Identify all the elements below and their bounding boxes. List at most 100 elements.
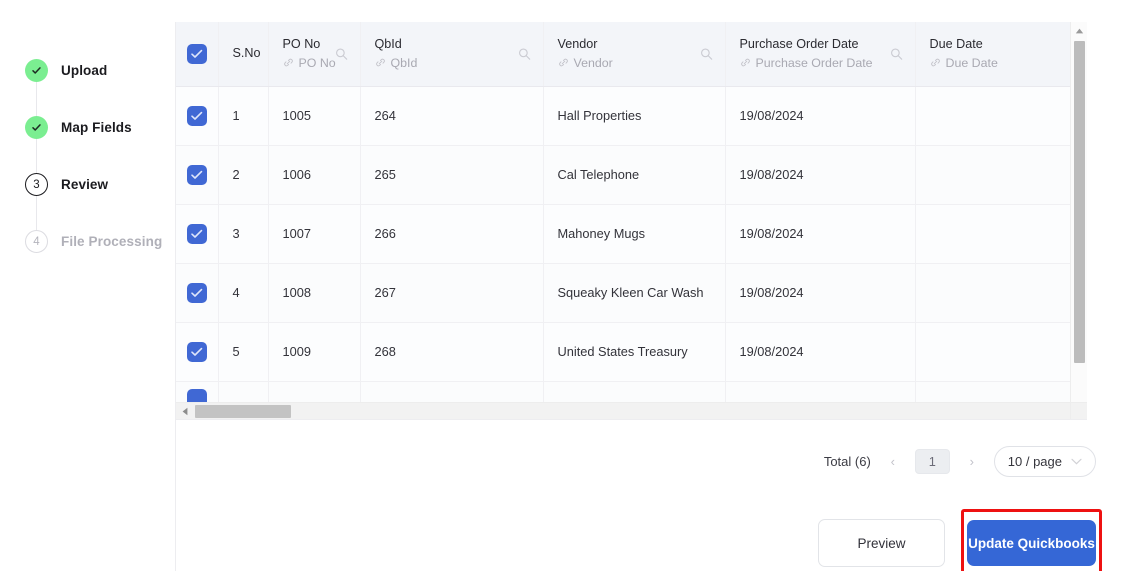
step-review[interactable]: 3 Review (0, 156, 175, 230)
header-title: QbId (374, 36, 402, 51)
header-title: Vendor (557, 36, 598, 51)
header-mapping: QbId (375, 55, 529, 71)
cell-qbid: 264 (360, 86, 544, 146)
cell-sno: 4 (218, 263, 269, 323)
header-pono[interactable]: PO No PO No (268, 22, 361, 87)
row-checkbox[interactable] (186, 105, 207, 126)
search-icon (890, 48, 902, 60)
cell-due (915, 263, 1087, 323)
step-number-badge: 4 (25, 230, 48, 253)
horizontal-scroll-thumb[interactable] (195, 405, 291, 418)
cell-due (915, 204, 1087, 264)
step-connector (36, 196, 37, 230)
header-title: Due Date (929, 36, 983, 51)
data-table-viewport: S.No PO No PO No QbId QbId Vendor Vendor… (176, 22, 1087, 420)
step-status-check-icon (25, 116, 48, 139)
cell-pod: 19/08/2024 (725, 263, 916, 323)
row-checkbox[interactable] (186, 282, 207, 303)
header-mapping-label: PO No (298, 55, 336, 70)
step-status-check-icon (25, 59, 48, 82)
row-select-cell[interactable] (176, 204, 219, 264)
header-mapping-label: QbId (390, 55, 418, 70)
cell-qbid: 265 (360, 145, 544, 205)
step-file-processing[interactable]: 4 File Processing (0, 213, 175, 270)
vertical-scroll-thumb[interactable] (1074, 41, 1085, 363)
review-panel: S.No PO No PO No QbId QbId Vendor Vendor… (176, 22, 1143, 571)
row-checkbox[interactable] (186, 341, 207, 362)
page-size-label: 10 / page (1007, 454, 1062, 469)
table-row[interactable]: 3 1007 266 Mahoney Mugs 19/08/2024 (176, 204, 1087, 264)
page-root: Upload Map Fields 3 Review 4 File Proces… (0, 0, 1143, 571)
row-select-cell[interactable] (176, 322, 219, 382)
scrollbar-corner (1070, 402, 1087, 419)
table-row[interactable]: 2 1006 265 Cal Telephone 19/08/2024 (176, 145, 1087, 205)
header-title: S.No (232, 46, 261, 61)
search-icon (335, 48, 347, 60)
stepper-sidebar: Upload Map Fields 3 Review 4 File Proces… (0, 22, 176, 571)
step-label: File Processing (61, 234, 163, 249)
cell-due (915, 86, 1087, 146)
cell-due (915, 322, 1087, 382)
select-all-checkbox[interactable] (186, 43, 207, 64)
scroll-left-arrow-icon[interactable] (176, 403, 193, 419)
row-select-cell[interactable] (176, 86, 219, 146)
row-select-cell[interactable] (176, 145, 219, 205)
header-purchase-order-date[interactable]: Purchase Order Date Purchase Order Date (725, 22, 916, 87)
step-label: Map Fields (61, 120, 132, 135)
table-header-row: S.No PO No PO No QbId QbId Vendor Vendor… (176, 22, 1088, 87)
cell-sno: 2 (218, 145, 269, 205)
cell-pono: 1007 (268, 204, 361, 264)
cell-vendor: Mahoney Mugs (543, 204, 726, 264)
step-number-badge: 3 (25, 173, 48, 196)
cell-pono: 1008 (268, 263, 361, 323)
table-row[interactable]: 4 1008 267 Squeaky Kleen Car Wash 19/08/… (176, 263, 1087, 323)
vertical-scrollbar[interactable] (1070, 22, 1087, 419)
link-icon (375, 59, 385, 67)
step-label: Upload (61, 63, 108, 78)
cell-sno: 1 (218, 86, 269, 146)
page-size-select[interactable]: 10 / page (993, 446, 1096, 477)
header-vendor[interactable]: Vendor Vendor (543, 22, 726, 87)
link-icon (930, 59, 940, 67)
cell-qbid: 268 (360, 322, 544, 382)
cell-vendor: Hall Properties (543, 86, 726, 146)
table-body: 1 1005 264 Hall Properties 19/08/2024 2 … (176, 86, 1087, 417)
row-checkbox[interactable] (186, 223, 207, 244)
header-mapping: Due Date (930, 55, 1088, 71)
data-table: S.No PO No PO No QbId QbId Vendor Vendor… (176, 22, 1087, 417)
cell-vendor: United States Treasury (543, 322, 726, 382)
cell-pono: 1006 (268, 145, 361, 205)
step-upload[interactable]: Upload (0, 42, 175, 116)
header-mapping-label: Vendor (573, 55, 613, 70)
page-number-1[interactable]: 1 (914, 449, 950, 474)
header-select-all-cell[interactable] (176, 22, 219, 87)
table-row[interactable]: 1 1005 264 Hall Properties 19/08/2024 (176, 86, 1087, 146)
search-icon (518, 48, 530, 60)
horizontal-scrollbar[interactable] (176, 402, 1087, 419)
header-mapping: Vendor (558, 55, 711, 71)
preview-button[interactable]: Preview (818, 519, 945, 567)
cell-pono: 1009 (268, 322, 361, 382)
step-map-fields[interactable]: Map Fields (0, 99, 175, 173)
cell-pod: 19/08/2024 (725, 204, 916, 264)
link-icon (283, 59, 293, 67)
cell-vendor: Cal Telephone (543, 145, 726, 205)
cell-sno: 3 (218, 204, 269, 264)
header-sno[interactable]: S.No (218, 22, 269, 87)
cell-pod: 19/08/2024 (725, 322, 916, 382)
header-mapping-label: Due Date (945, 55, 998, 70)
row-select-cell[interactable] (176, 263, 219, 323)
row-checkbox[interactable] (186, 164, 207, 185)
header-qbid[interactable]: QbId QbId (360, 22, 544, 87)
scroll-up-arrow-icon[interactable] (1071, 22, 1087, 39)
prev-page-button[interactable]: ‹ (882, 451, 904, 473)
update-quickbooks-button[interactable]: Update Quickbooks (967, 520, 1096, 566)
next-page-button[interactable]: › (961, 451, 983, 473)
step-label: Review (61, 177, 109, 192)
table-row[interactable]: 5 1009 268 United States Treasury 19/08/… (176, 322, 1087, 382)
cell-qbid: 267 (360, 263, 544, 323)
header-title: Purchase Order Date (739, 36, 859, 51)
header-mapping-label: Purchase Order Date (755, 55, 873, 70)
cell-pod: 19/08/2024 (725, 86, 916, 146)
header-due-date[interactable]: Due Date Due Date (915, 22, 1088, 87)
